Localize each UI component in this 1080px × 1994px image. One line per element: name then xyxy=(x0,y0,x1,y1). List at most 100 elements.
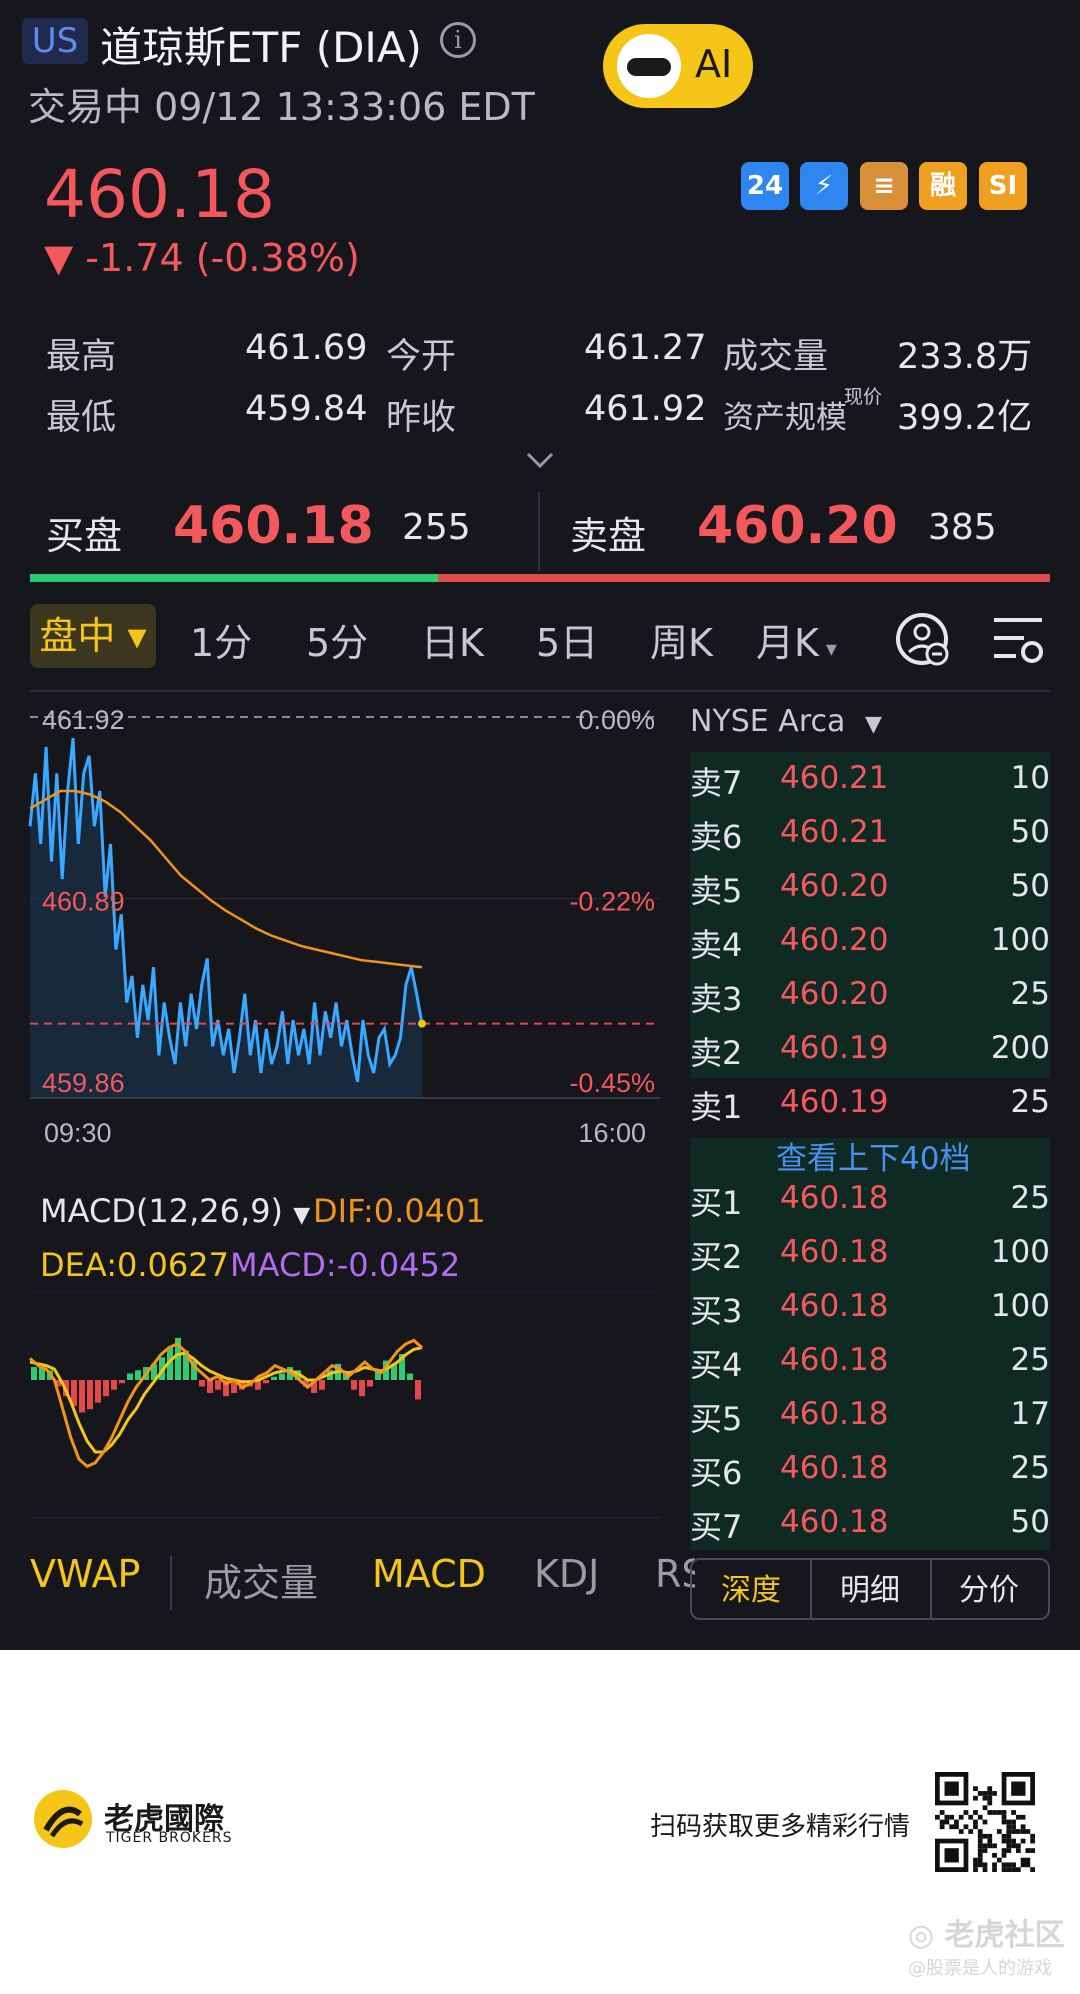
bid-level-row[interactable]: 买2 460.18 100 xyxy=(690,1226,1050,1280)
macd-histogram-bar xyxy=(215,1380,221,1390)
level-price: 460.20 xyxy=(780,922,889,958)
ask-level-row[interactable]: 卖1 460.19 25 xyxy=(690,1076,1050,1130)
qr-module xyxy=(1020,1862,1026,1868)
ask-level-row[interactable]: 卖2 460.19 200 xyxy=(690,1022,1050,1076)
chart-settings-icon[interactable] xyxy=(990,612,1046,666)
qr-code[interactable] xyxy=(935,1772,1035,1872)
macd-chart[interactable] xyxy=(0,1292,670,1522)
aum-label: 资产规模 xyxy=(723,400,847,436)
bid-level-row[interactable]: 买3 460.18 100 xyxy=(690,1280,1050,1334)
ask-level-row[interactable]: 卖4 460.20 100 xyxy=(690,914,1050,968)
macd-histogram-bar xyxy=(319,1380,325,1390)
qr-module xyxy=(1011,1810,1016,1815)
brand-name-en: TIGER BROKERS xyxy=(106,1830,233,1846)
qr-module xyxy=(977,1862,983,1868)
tab-trades[interactable]: 明细 xyxy=(810,1558,932,1620)
tab-monthly[interactable]: 月K ▾ xyxy=(756,612,837,667)
level-label: 卖1 xyxy=(690,1088,743,1126)
qr-module xyxy=(982,1862,988,1868)
level-label: 买3 xyxy=(690,1292,743,1330)
indicator-settings-icon[interactable] xyxy=(895,610,953,668)
indicator-tab-rsi[interactable]: RS xyxy=(655,1552,695,1596)
level-quantity: 50 xyxy=(1010,814,1050,850)
tab-weekly[interactable]: 周K xyxy=(650,612,713,667)
expand-chevron-icon[interactable] xyxy=(524,450,556,470)
macd-histogram-bar xyxy=(367,1380,373,1387)
exchange-selector[interactable]: NYSE Arca ▼ xyxy=(690,704,882,739)
ask-level-row[interactable]: 卖6 460.21 50 xyxy=(690,806,1050,860)
tab-5day[interactable]: 5日 xyxy=(536,612,598,667)
qr-module xyxy=(1011,1867,1016,1872)
bidask-ratio-bar xyxy=(30,574,1050,582)
lightning-icon[interactable]: ⚡ xyxy=(800,162,848,210)
macd-histogram-bar xyxy=(199,1380,205,1387)
bid-level-row[interactable]: 买1 460.18 25 xyxy=(690,1172,1050,1226)
level-quantity: 100 xyxy=(990,1288,1050,1324)
tab-depth[interactable]: 深度 xyxy=(690,1558,812,1620)
high-value: 461.69 xyxy=(245,328,368,368)
macd-title[interactable]: MACD(12,26,9) ▼ xyxy=(40,1192,310,1230)
level-label: 卖2 xyxy=(690,1034,743,1072)
macd-histogram-bar xyxy=(87,1380,93,1410)
qr-module xyxy=(1001,1867,1007,1872)
tab-intraday[interactable]: 盘中 ▾ xyxy=(30,604,156,668)
bid-level-row[interactable]: 买7 460.18 50 xyxy=(690,1496,1050,1550)
level-quantity: 25 xyxy=(1010,1084,1050,1120)
tab-1min[interactable]: 1分 xyxy=(190,612,252,667)
qr-module xyxy=(982,1819,988,1825)
qr-module xyxy=(1001,1862,1007,1868)
ask-level-row[interactable]: 卖3 460.20 25 xyxy=(690,968,1050,1022)
layers-icon[interactable]: ≡ xyxy=(860,162,908,210)
level-price: 460.18 xyxy=(780,1396,889,1432)
qr-module xyxy=(982,1791,988,1796)
bid-ratio-fill xyxy=(30,574,438,582)
qr-module xyxy=(954,1819,959,1825)
qr-module xyxy=(1001,1819,1007,1825)
indicator-tab-vwap[interactable]: VWAP xyxy=(30,1552,140,1596)
margin-icon[interactable]: 融 xyxy=(919,162,967,210)
macd-histogram-value: MACD:-0.0452 xyxy=(230,1246,461,1284)
qr-finder-core xyxy=(944,1781,959,1796)
bid-level-row[interactable]: 买6 460.18 25 xyxy=(690,1442,1050,1496)
indicator-tab-macd[interactable]: MACD xyxy=(372,1552,486,1596)
percent-tick-label: -0.22% xyxy=(569,887,655,917)
qr-module xyxy=(973,1857,978,1863)
qr-module xyxy=(992,1852,997,1858)
qr-module xyxy=(1025,1829,1031,1834)
level-price: 460.19 xyxy=(780,1030,889,1066)
ask-label: 卖盘 xyxy=(570,514,647,558)
tab-price-distribution[interactable]: 分价 xyxy=(930,1558,1050,1620)
volume-label: 成交量 xyxy=(723,337,829,377)
percent-tick-label: -0.45% xyxy=(569,1068,655,1098)
bid-level-row[interactable]: 买5 460.18 17 xyxy=(690,1388,1050,1442)
tab-5min[interactable]: 5分 xyxy=(306,612,368,667)
level-label: 买1 xyxy=(690,1184,743,1222)
section-divider xyxy=(30,690,1050,692)
ask-level-row[interactable]: 卖7 460.21 10 xyxy=(690,752,1050,806)
qr-module xyxy=(954,1824,959,1830)
tab-daily[interactable]: 日K xyxy=(421,612,484,667)
qr-module xyxy=(973,1810,978,1815)
level-price: 460.19 xyxy=(780,1084,889,1120)
indicator-tab-kdj[interactable]: KDJ xyxy=(534,1552,599,1596)
macd-histogram-bar xyxy=(207,1380,213,1393)
bid-label: 买盘 xyxy=(46,514,123,558)
24h-trading-icon[interactable]: 24 xyxy=(741,162,789,210)
intraday-price-chart[interactable]: 461.92 460.89 459.86 0.00% -0.22% -0.45% 09:30… xyxy=(0,695,670,1165)
qr-module xyxy=(1025,1857,1031,1863)
qr-module xyxy=(987,1786,993,1792)
short-interest-icon[interactable]: SI xyxy=(979,162,1027,210)
level-quantity: 10 xyxy=(1010,760,1050,796)
bid-level-row[interactable]: 买4 460.18 25 xyxy=(690,1334,1050,1388)
info-icon[interactable]: i xyxy=(440,22,476,58)
security-title: 道琼斯ETF (DIA) xyxy=(100,23,422,72)
ask-price: 460.20 xyxy=(697,496,898,556)
qr-module xyxy=(1011,1829,1016,1834)
macd-histogram-bar xyxy=(103,1380,109,1397)
level-price: 460.20 xyxy=(780,976,889,1012)
qr-module xyxy=(1006,1867,1012,1872)
qr-module xyxy=(987,1791,993,1796)
ai-assistant-button[interactable]: AI xyxy=(603,24,753,108)
indicator-tab-volume[interactable]: 成交量 xyxy=(204,1552,318,1607)
ask-level-row[interactable]: 卖5 460.20 50 xyxy=(690,860,1050,914)
